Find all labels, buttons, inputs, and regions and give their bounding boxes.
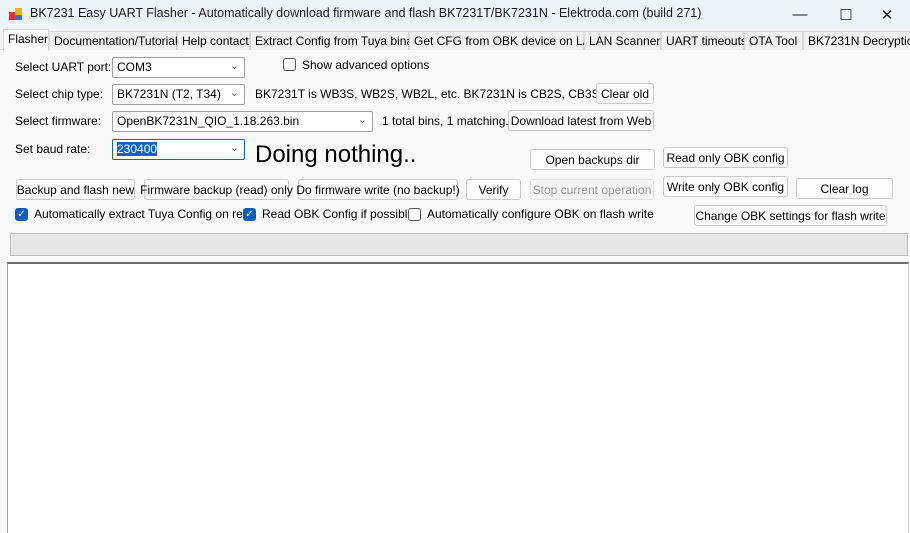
tab-help-contact[interactable]: Help contact	[177, 31, 250, 50]
read-obk-label: Read OBK Config if possible	[262, 207, 415, 221]
auto-configure-label: Automatically configure OBK on flash wri…	[427, 207, 654, 221]
chip-info-text: BK7231T is WB3S, WB2S, WB2L, etc. BK7231…	[255, 87, 623, 101]
backup-and-flash-button[interactable]: Backup and flash new	[16, 179, 135, 200]
change-obk-settings-button[interactable]: Change OBK settings for flash write	[694, 205, 887, 226]
auto-configure-checkbox[interactable]	[408, 208, 421, 221]
tab-lan-scanner[interactable]: LAN Scanner	[584, 31, 661, 50]
log-textbox[interactable]	[7, 262, 909, 533]
minimize-button[interactable]: —	[777, 0, 823, 29]
firmware-select[interactable]: OpenBK7231N_QIO_1.18.263.bin ⌄	[112, 111, 373, 132]
read-obk-config-button[interactable]: Read only OBK config	[663, 147, 788, 168]
chevron-down-icon: ⌄	[357, 114, 367, 126]
firmware-label: Select firmware:	[15, 114, 102, 128]
download-latest-button[interactable]: Download latest from Web	[508, 110, 654, 131]
tab-extract-config[interactable]: Extract Config from Tuya binary	[250, 31, 423, 50]
show-advanced-label: Show advanced options	[302, 58, 430, 72]
maximize-button[interactable]: ☐	[823, 0, 869, 29]
firmware-value: OpenBK7231N_QIO_1.18.263.bin	[117, 114, 300, 128]
stop-operation-button[interactable]: Stop current operation	[530, 179, 654, 200]
bins-info-text: 1 total bins, 1 matching.	[382, 114, 509, 128]
uart-port-value: COM3	[117, 60, 152, 74]
baud-rate-label: Set baud rate:	[15, 142, 91, 156]
tab-uart-timeouts[interactable]: UART timeouts	[661, 31, 747, 50]
chevron-down-icon: ⌄	[229, 142, 239, 154]
tab-ota-tool[interactable]: OTA Tool	[744, 31, 803, 50]
firmware-backup-button[interactable]: Firmware backup (read) only	[140, 179, 293, 200]
uart-port-label: Select UART port:	[15, 60, 112, 74]
progress-bar	[10, 233, 908, 256]
verify-button[interactable]: Verify	[466, 179, 521, 200]
baud-rate-select[interactable]: 230400 ⌄	[112, 139, 245, 160]
extract-tuya-label: Automatically extract Tuya Config on rea…	[34, 207, 257, 221]
tab-get-cfg[interactable]: Get CFG from OBK device on LAN	[409, 31, 599, 50]
read-obk-checkbox[interactable]: ✓	[243, 208, 256, 221]
tab-documentation[interactable]: Documentation/Tutorials	[49, 31, 184, 50]
clear-log-button[interactable]: Clear log	[796, 178, 893, 199]
tab-flasher[interactable]: Flasher	[3, 29, 49, 51]
baud-rate-value: 230400	[117, 142, 158, 156]
tab-bk7231n-decryption[interactable]: BK7231N Decryption	[803, 31, 910, 50]
window-title: BK7231 Easy UART Flasher - Automatically…	[30, 6, 702, 20]
chip-type-select[interactable]: BK7231N (T2, T34) ⌄	[112, 84, 245, 105]
open-backups-button[interactable]: Open backups dir	[530, 149, 655, 170]
firmware-write-button[interactable]: Do firmware write (no backup!)	[296, 179, 460, 200]
chevron-down-icon: ⌄	[229, 87, 239, 99]
chevron-down-icon: ⌄	[229, 60, 239, 72]
status-text: Doing nothing..	[255, 141, 417, 168]
show-advanced-checkbox[interactable]	[283, 58, 296, 71]
app-icon	[9, 7, 23, 21]
chip-type-value: BK7231N (T2, T34)	[117, 87, 221, 101]
chip-type-label: Select chip type:	[15, 87, 104, 101]
clear-old-button[interactable]: Clear old	[596, 83, 654, 104]
close-button[interactable]: ✕	[864, 0, 910, 29]
uart-port-select[interactable]: COM3 ⌄	[112, 57, 245, 78]
extract-tuya-checkbox[interactable]: ✓	[15, 208, 28, 221]
write-obk-config-button[interactable]: Write only OBK config	[663, 176, 788, 197]
